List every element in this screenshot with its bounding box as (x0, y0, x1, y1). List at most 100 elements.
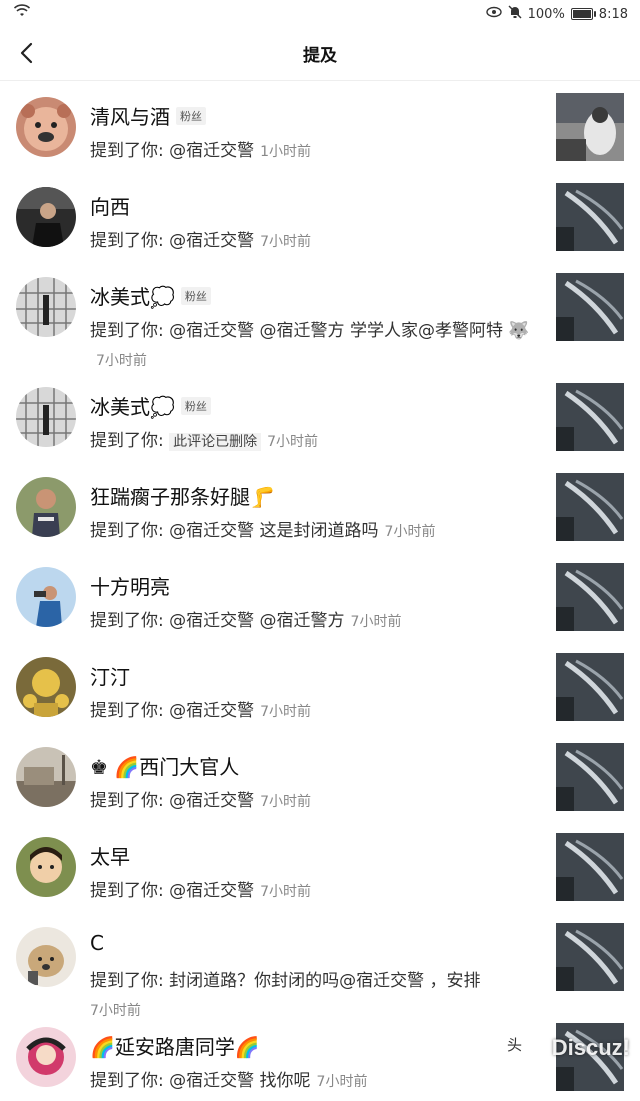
user-name-line: 汀汀 (90, 661, 130, 690)
timestamp: 7小时前 (385, 524, 436, 540)
mention-message: 提到了你: 此评论已删除 7小时前 (90, 427, 540, 457)
fan-badge: 粉丝 (181, 287, 211, 305)
list-item[interactable]: 🌈延安路唐同学🌈 提到了你: @宿迁交警 找你呢 7小时前 (0, 1011, 640, 1101)
mention-message: 提到了你: @宿迁交警 找你呢 7小时前 (90, 1067, 540, 1097)
timestamp: 7小时前 (96, 353, 147, 369)
list-item[interactable]: 清风与酒 粉丝 提到了你: @宿迁交警1小时前 (0, 81, 640, 171)
battery-icon (571, 8, 593, 20)
clock: 8:18 (599, 7, 628, 22)
avatar[interactable] (16, 1027, 76, 1087)
message-text: 提到了你: @宿迁交警 @宿迁警方 学学人家@孝警阿特 🐺 (90, 321, 530, 341)
video-thumbnail[interactable] (556, 473, 624, 541)
user-name-line: 冰美式💭 粉丝 (90, 391, 211, 420)
message-text: 提到了你: @宿迁交警 找你呢 (90, 1071, 311, 1091)
message-text: 提到了你: @宿迁交警 这是封闭道路吗 (90, 521, 379, 541)
timestamp: 1小时前 (260, 144, 311, 160)
avatar[interactable] (16, 927, 76, 987)
message-text: 提到了你: 封闭道路？你封闭的吗@宿迁交警 ，安排 (90, 971, 481, 991)
video-thumbnail[interactable] (556, 923, 624, 991)
fan-badge: 粉丝 (181, 397, 211, 415)
message-text: 提到了你: (90, 431, 164, 451)
list-item[interactable]: 狂踹瘸子那条好腿🦵 提到了你: @宿迁交警 这是封闭道路吗 7小时前 (0, 461, 640, 551)
video-thumbnail[interactable] (556, 273, 624, 341)
avatar[interactable] (16, 477, 76, 537)
user-name[interactable]: 汀汀 (90, 661, 130, 690)
list-item[interactable]: 十方明亮 提到了你: @宿迁交警 @宿迁警方 7小时前 (0, 551, 640, 641)
timestamp: 7小时前 (317, 1074, 368, 1090)
user-name-line: 清风与酒 粉丝 (90, 101, 206, 130)
mention-message: 提到了你: @宿迁交警 这是封闭道路吗 7小时前 (90, 517, 540, 547)
list-item[interactable]: ♚ 🌈西门大官人 提到了你: @宿迁交警 7小时前 (0, 731, 640, 821)
header: 提及 (0, 28, 640, 81)
message-text: 提到了你: @宿迁交警 (90, 881, 254, 901)
video-thumbnail[interactable] (556, 653, 624, 721)
avatar[interactable] (16, 97, 76, 157)
mute-bell-icon (508, 5, 522, 23)
user-name-line: 十方明亮 (90, 571, 170, 600)
timestamp: 7小时前 (260, 704, 311, 720)
avatar[interactable] (16, 187, 76, 247)
video-thumbnail[interactable] (556, 383, 624, 451)
deleted-comment-label: 此评论已删除 (169, 433, 261, 451)
avatar[interactable] (16, 567, 76, 627)
timestamp: 7小时前 (260, 884, 311, 900)
mention-message: 提到了你: @宿迁交警 @宿迁警方 学学人家@孝警阿特 🐺 7小时前 (90, 317, 540, 376)
user-name[interactable]: ♚ 🌈西门大官人 (90, 751, 239, 780)
list-item[interactable]: 汀汀 提到了你: @宿迁交警 7小时前 (0, 641, 640, 731)
wifi-icon (14, 4, 30, 22)
eye-icon (486, 6, 502, 22)
video-thumbnail[interactable] (556, 833, 624, 901)
user-name-line: C (90, 931, 104, 955)
user-name-line: 冰美式💭 粉丝 (90, 281, 211, 310)
user-name[interactable]: 太早 (90, 841, 130, 870)
user-name-line: 向西 (90, 191, 130, 220)
user-name-line: 🌈延安路唐同学🌈 (90, 1031, 260, 1060)
list-item[interactable]: 向西 提到了你: @宿迁交警 7小时前 (0, 171, 640, 261)
discuz-watermark: Discuz! (552, 1035, 630, 1061)
battery-percent: 100% (528, 7, 565, 22)
mention-message: 提到了你: @宿迁交警 7小时前 (90, 227, 540, 257)
user-name-line: 狂踹瘸子那条好腿🦵 (90, 481, 275, 510)
list-item[interactable]: 冰美式💭 粉丝 提到了你: 此评论已删除 7小时前 (0, 371, 640, 461)
user-name[interactable]: 🌈延安路唐同学🌈 (90, 1031, 260, 1060)
avatar[interactable] (16, 277, 76, 337)
video-thumbnail[interactable] (556, 563, 624, 631)
status-right: 100% 8:18 (486, 5, 628, 23)
user-name[interactable]: 清风与酒 (90, 101, 170, 130)
avatar[interactable] (16, 657, 76, 717)
video-thumbnail[interactable] (556, 183, 624, 251)
mention-message: 提到了你: @宿迁交警 7小时前 (90, 877, 540, 907)
user-name[interactable]: 冰美式💭 (90, 281, 175, 310)
message-text: 提到了你: @宿迁交警 (90, 791, 254, 811)
timestamp: 7小时前 (351, 614, 402, 630)
mention-message: 提到了你: @宿迁交警1小时前 (90, 137, 540, 167)
mention-message: 提到了你: @宿迁交警 7小时前 (90, 697, 540, 727)
list-item[interactable]: C 提到了你: 封闭道路？你封闭的吗@宿迁交警 ，安排7小时前 (0, 911, 640, 1011)
page-title: 提及 (0, 41, 640, 66)
watermark-prefix: 头 (507, 1034, 522, 1055)
video-thumbnail[interactable] (556, 93, 624, 161)
mention-message: 提到了你: @宿迁交警 7小时前 (90, 787, 540, 817)
video-thumbnail[interactable] (556, 743, 624, 811)
avatar[interactable] (16, 747, 76, 807)
user-name[interactable]: C (90, 931, 104, 955)
message-text: 提到了你: @宿迁交警 (90, 231, 254, 251)
user-name-line: 太早 (90, 841, 130, 870)
mention-message: 提到了你: @宿迁交警 @宿迁警方 7小时前 (90, 607, 540, 637)
avatar[interactable] (16, 387, 76, 447)
message-text: 提到了你: @宿迁交警 @宿迁警方 (90, 611, 345, 631)
list-item[interactable]: 冰美式💭 粉丝 提到了你: @宿迁交警 @宿迁警方 学学人家@孝警阿特 🐺 7小时… (0, 261, 640, 371)
user-name[interactable]: 向西 (90, 191, 130, 220)
timestamp: 7小时前 (267, 434, 318, 450)
user-name[interactable]: 冰美式💭 (90, 391, 175, 420)
list-item[interactable]: 太早 提到了你: @宿迁交警 7小时前 (0, 821, 640, 911)
timestamp: 7小时前 (260, 234, 311, 250)
user-name[interactable]: 狂踹瘸子那条好腿🦵 (90, 481, 275, 510)
timestamp: 7小时前 (260, 794, 311, 810)
status-bar: 100% 8:18 (0, 0, 640, 28)
message-text: 提到了你: @宿迁交警 (90, 701, 254, 721)
avatar[interactable] (16, 837, 76, 897)
user-name[interactable]: 十方明亮 (90, 571, 170, 600)
user-name-line: ♚ 🌈西门大官人 (90, 751, 239, 780)
mention-list: 清风与酒 粉丝 提到了你: @宿迁交警1小时前 (0, 81, 640, 1101)
